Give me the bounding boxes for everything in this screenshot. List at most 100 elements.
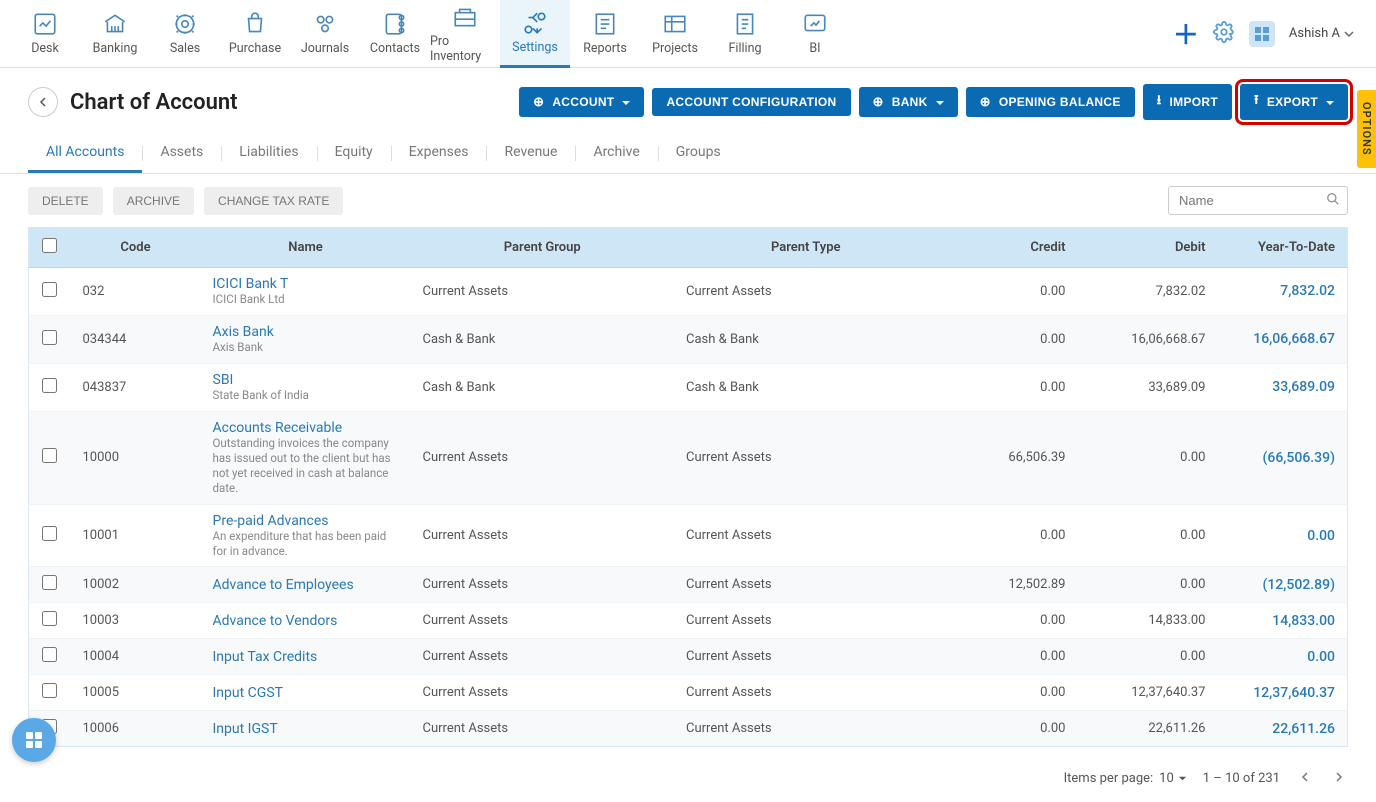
tab-groups[interactable]: Groups — [658, 134, 739, 173]
ytd-link[interactable]: 22,611.26 — [1272, 721, 1335, 737]
account-config-button[interactable]: ACCOUNT CONFIGURATION — [652, 88, 850, 116]
ytd-link[interactable]: 7,832.02 — [1280, 283, 1335, 299]
table-row: 034344Axis BankAxis BankCash & BankCash … — [29, 315, 1348, 363]
row-checkbox[interactable] — [42, 683, 57, 698]
account-name-link[interactable]: Input CGST — [213, 685, 399, 701]
opening-balance-button[interactable]: OPENING BALANCE — [966, 87, 1135, 117]
top-nav: DeskBankingSalesPurchaseJournalsContacts… — [0, 0, 1376, 68]
apps-grid-icon[interactable] — [1249, 21, 1275, 47]
settings-gear-icon[interactable] — [1213, 21, 1235, 47]
cell-parent-type: Cash & Bank — [674, 363, 938, 411]
col-parent-group[interactable]: Parent Group — [411, 228, 675, 268]
row-checkbox[interactable] — [42, 330, 57, 345]
col-debit[interactable]: Debit — [1078, 228, 1218, 268]
export-button[interactable]: EXPORT — [1240, 84, 1348, 120]
tab-archive[interactable]: Archive — [575, 134, 657, 173]
next-page-button[interactable] — [1330, 767, 1348, 790]
cell-parent-group: Current Assets — [411, 504, 675, 567]
ytd-link[interactable]: 0.00 — [1307, 528, 1335, 544]
purchase-icon — [242, 11, 268, 37]
cell-parent-type: Cash & Bank — [674, 315, 938, 363]
tab-revenue[interactable]: Revenue — [486, 134, 575, 173]
tab-all-accounts[interactable]: All Accounts — [28, 134, 142, 173]
col-credit[interactable]: Credit — [938, 228, 1078, 268]
cell-credit: 0.00 — [938, 268, 1078, 316]
nav-purchase[interactable]: Purchase — [220, 0, 290, 68]
prev-page-button[interactable] — [1296, 767, 1314, 790]
archive-button[interactable]: ARCHIVE — [113, 187, 194, 215]
bank-button[interactable]: BANK — [859, 87, 958, 117]
tab-liabilities[interactable]: Liabilities — [221, 134, 316, 173]
nav-pro-inventory[interactable]: Pro Inventory — [430, 0, 500, 68]
add-new-icon[interactable]: ＋ — [1173, 15, 1199, 52]
row-checkbox[interactable] — [42, 526, 57, 541]
cell-credit: 66,506.39 — [938, 411, 1078, 504]
ytd-link[interactable]: (66,506.39) — [1263, 450, 1335, 466]
cell-code: 10002 — [71, 567, 201, 603]
row-checkbox[interactable] — [42, 448, 57, 463]
table-row: 043837SBIState Bank of IndiaCash & BankC… — [29, 363, 1348, 411]
col-ytd[interactable]: Year-To-Date — [1218, 228, 1348, 268]
account-name-link[interactable]: Pre-paid Advances — [213, 513, 399, 529]
table-row: 10000Accounts ReceivableOutstanding invo… — [29, 411, 1348, 504]
nav-journals[interactable]: Journals — [290, 0, 360, 68]
user-menu[interactable]: Ashish A — [1289, 26, 1354, 41]
col-code[interactable]: Code — [71, 228, 201, 268]
pagination: Items per page: 10 1 – 10 of 231 — [0, 755, 1376, 802]
floating-apps-button[interactable] — [12, 718, 56, 762]
ytd-link[interactable]: 12,37,640.37 — [1253, 685, 1335, 701]
nav-filling[interactable]: Filling — [710, 0, 780, 68]
account-name-link[interactable]: Input Tax Credits — [213, 649, 399, 665]
delete-button[interactable]: DELETE — [28, 187, 103, 215]
nav-settings[interactable]: Settings — [500, 0, 570, 68]
account-name-link[interactable]: Accounts Receivable — [213, 420, 399, 436]
tab-equity[interactable]: Equity — [317, 134, 391, 173]
nav-reports[interactable]: Reports — [570, 0, 640, 68]
change-tax-rate-button[interactable]: CHANGE TAX RATE — [204, 187, 343, 215]
account-name-link[interactable]: Axis Bank — [213, 324, 399, 340]
projects-icon — [662, 11, 688, 37]
table-row: 10005Input CGSTCurrent AssetsCurrent Ass… — [29, 675, 1348, 711]
col-parent-type[interactable]: Parent Type — [674, 228, 938, 268]
account-name-link[interactable]: SBI — [213, 372, 399, 388]
nav-sales[interactable]: Sales — [150, 0, 220, 68]
col-name[interactable]: Name — [201, 228, 411, 268]
ytd-link[interactable]: 0.00 — [1307, 649, 1335, 665]
row-checkbox[interactable] — [42, 378, 57, 393]
ytd-link[interactable]: 16,06,668.67 — [1253, 331, 1335, 347]
table-row: 10004Input Tax CreditsCurrent AssetsCurr… — [29, 639, 1348, 675]
search-input[interactable] — [1168, 186, 1348, 215]
back-button[interactable] — [28, 87, 58, 117]
account-name-link[interactable]: Advance to Employees — [213, 577, 399, 593]
nav-projects[interactable]: Projects — [640, 0, 710, 68]
account-name-link[interactable]: ICICI Bank T — [213, 276, 399, 292]
row-checkbox[interactable] — [42, 575, 57, 590]
account-desc: ICICI Bank Ltd — [213, 292, 399, 307]
row-checkbox[interactable] — [42, 611, 57, 626]
account-button[interactable]: ACCOUNT — [519, 87, 644, 117]
nav-banking[interactable]: Banking — [80, 0, 150, 68]
row-checkbox[interactable] — [42, 282, 57, 297]
account-name-link[interactable]: Input IGST — [213, 721, 399, 737]
cell-parent-group: Current Assets — [411, 603, 675, 639]
nav-bi[interactable]: BI — [780, 0, 850, 68]
ytd-link[interactable]: 14,833.00 — [1272, 613, 1335, 629]
select-all-checkbox[interactable] — [42, 238, 57, 253]
ytd-link[interactable]: 33,689.09 — [1272, 379, 1335, 395]
tab-assets[interactable]: Assets — [142, 134, 221, 173]
account-name-link[interactable]: Advance to Vendors — [213, 613, 399, 629]
row-checkbox[interactable] — [42, 647, 57, 662]
cell-parent-group: Current Assets — [411, 711, 675, 747]
cell-parent-group: Current Assets — [411, 639, 675, 675]
cell-debit: 22,611.26 — [1078, 711, 1218, 747]
tab-expenses[interactable]: Expenses — [391, 134, 487, 173]
ytd-link[interactable]: (12,502.89) — [1263, 577, 1335, 593]
filling-icon — [732, 11, 758, 37]
accounts-table: Code Name Parent Group Parent Type Credi… — [28, 227, 1348, 747]
sales-icon — [172, 11, 198, 37]
import-button[interactable]: IMPORT — [1143, 84, 1232, 120]
cell-parent-type: Current Assets — [674, 603, 938, 639]
options-side-tab[interactable]: OPTIONS — [1357, 90, 1376, 168]
nav-contacts[interactable]: Contacts — [360, 0, 430, 68]
nav-desk[interactable]: Desk — [10, 0, 80, 68]
